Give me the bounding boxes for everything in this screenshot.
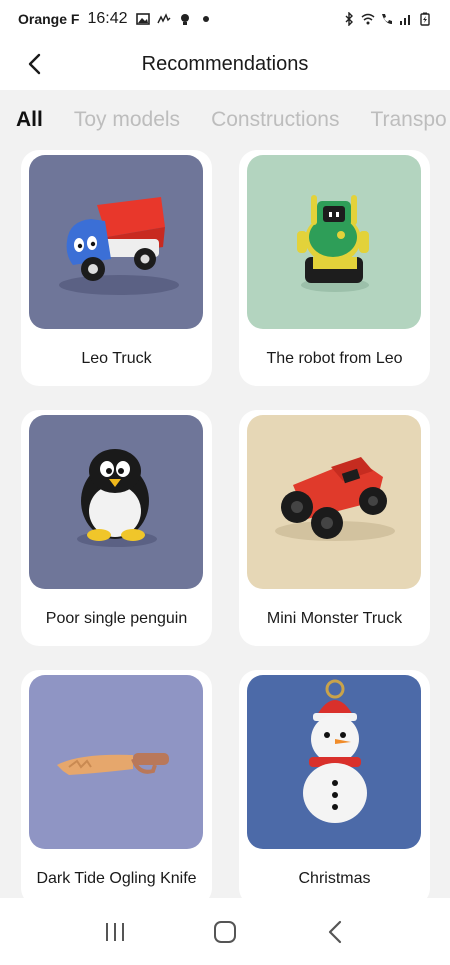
dot-icon bbox=[202, 16, 209, 22]
card-title: Mini Monster Truck bbox=[266, 610, 403, 627]
card-mini-monster-truck[interactable]: Mini Monster Truck bbox=[239, 410, 430, 646]
gallery-icon bbox=[135, 13, 150, 25]
wifi-icon bbox=[361, 13, 375, 25]
page-title: Recommendations bbox=[141, 52, 309, 75]
home-icon bbox=[214, 920, 236, 943]
category-tabs: All Toy models Constructions Transpo bbox=[0, 90, 450, 150]
card-thumbnail bbox=[29, 675, 203, 849]
recommendation-grid: Leo Truck The robot from Leo Poor single… bbox=[0, 150, 450, 898]
card-title: Leo Truck bbox=[81, 350, 152, 367]
card-thumbnail bbox=[247, 675, 421, 849]
card-thumbnail bbox=[29, 155, 203, 329]
tab-all[interactable]: All bbox=[16, 108, 43, 132]
card-thumbnail bbox=[247, 415, 421, 589]
system-back-button[interactable] bbox=[315, 912, 355, 952]
recent-apps-button[interactable] bbox=[95, 912, 135, 952]
card-thumbnail bbox=[29, 415, 203, 589]
card-robot-from-leo[interactable]: The robot from Leo bbox=[239, 150, 430, 386]
tab-toy-models[interactable]: Toy models bbox=[74, 108, 180, 132]
card-title: Poor single penguin bbox=[45, 610, 188, 627]
app-header: Recommendations bbox=[0, 38, 450, 90]
status-bar: Orange F 16:42 bbox=[0, 0, 450, 38]
card-poor-single-penguin[interactable]: Poor single penguin bbox=[21, 410, 212, 646]
bulb-icon bbox=[180, 14, 189, 25]
recent-apps-icon bbox=[106, 922, 124, 941]
robot-illustration bbox=[297, 195, 369, 292]
monster-truck-illustration bbox=[275, 457, 395, 541]
card-title: Christmas bbox=[298, 870, 371, 887]
card-thumbnail bbox=[247, 155, 421, 329]
call-icon bbox=[382, 14, 392, 24]
status-time: 16:42 bbox=[87, 10, 128, 27]
tab-transport[interactable]: Transpo bbox=[370, 108, 446, 132]
bluetooth-icon bbox=[345, 12, 353, 26]
truck-illustration bbox=[59, 197, 179, 295]
card-christmas[interactable]: Christmas bbox=[239, 670, 430, 898]
card-dark-tide-ogling-knife[interactable]: Dark Tide Ogling Knife bbox=[21, 670, 212, 898]
system-navbar bbox=[0, 898, 450, 965]
chevron-left-icon bbox=[28, 53, 41, 75]
carrier-name: Orange F bbox=[18, 11, 80, 27]
tab-constructions[interactable]: Constructions bbox=[211, 108, 339, 132]
home-button[interactable] bbox=[205, 912, 245, 952]
knife-illustration bbox=[57, 753, 169, 775]
snowman-illustration bbox=[303, 679, 367, 823]
card-title: The robot from Leo bbox=[266, 350, 403, 367]
card-title: Dark Tide Ogling Knife bbox=[36, 870, 197, 887]
back-icon bbox=[328, 920, 342, 943]
signal-activity-icon bbox=[156, 13, 171, 24]
battery-icon bbox=[420, 12, 430, 26]
penguin-illustration bbox=[77, 449, 157, 547]
cell-signal-icon bbox=[400, 15, 410, 25]
back-button[interactable] bbox=[20, 50, 48, 78]
card-leo-truck[interactable]: Leo Truck bbox=[21, 150, 212, 386]
